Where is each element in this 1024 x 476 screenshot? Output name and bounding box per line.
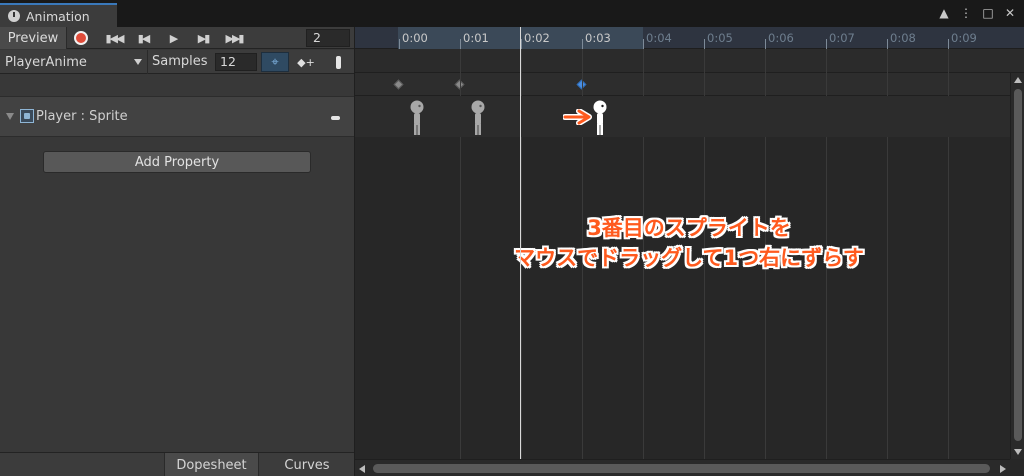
- tab-curves[interactable]: Curves: [260, 453, 354, 476]
- playback-toolbar: Preview ▮◀◀ ▮◀ ▶ ▶▮ ▶▶▮ 2: [0, 27, 354, 49]
- annotation-line-2: マウスでドラッグして1つ右にずらす: [514, 246, 864, 270]
- tick-mark: [460, 39, 461, 49]
- tick-mark: [399, 39, 400, 49]
- sprite-keyframe[interactable]: [592, 100, 608, 136]
- playhead[interactable]: [520, 27, 521, 459]
- events-row[interactable]: [355, 49, 1024, 73]
- record-button[interactable]: [71, 29, 91, 47]
- tick-label: 0:04: [646, 31, 672, 45]
- preview-button[interactable]: Preview: [0, 27, 67, 49]
- play-icon[interactable]: ▶: [160, 29, 186, 47]
- add-property-button[interactable]: Add Property: [43, 151, 311, 173]
- remove-property-icon[interactable]: [331, 116, 340, 120]
- chevron-down-icon: [134, 59, 142, 65]
- close-icon[interactable]: ✕: [1004, 6, 1016, 20]
- add-keyframe-icon[interactable]: ◆+: [292, 52, 320, 72]
- tick-label: 0:03: [585, 31, 611, 45]
- tick-mark: [704, 39, 705, 49]
- scroll-down-icon[interactable]: [1014, 449, 1022, 455]
- tab-title: Animation: [26, 8, 90, 24]
- sprite-keyframe[interactable]: [470, 100, 486, 136]
- more-icon[interactable]: ⋮: [960, 6, 972, 20]
- horizontal-scroll-thumb[interactable]: [373, 464, 990, 473]
- sprite-renderer-icon: [20, 109, 34, 123]
- keyframe-diamond[interactable]: [393, 79, 404, 90]
- tick-mark: [765, 39, 766, 49]
- annotation-text: 3番目のスプライトを マウスでドラッグして1つ右にずらす: [439, 213, 939, 273]
- property-row[interactable]: Player : Sprite: [0, 96, 354, 137]
- fold-arrow-icon[interactable]: [6, 113, 14, 120]
- hierarchy-panel: Preview ▮◀◀ ▮◀ ▶ ▶▮ ▶▶▮ 2 PlayerAnime Sa…: [0, 27, 354, 476]
- summary-row[interactable]: [355, 73, 1024, 96]
- tick-mark: [887, 39, 888, 49]
- annotation-line-1: 3番目のスプライトを: [587, 216, 791, 240]
- arrow-right-icon: [563, 109, 592, 125]
- tick-label: 0:06: [768, 31, 794, 45]
- scroll-left-icon[interactable]: [359, 465, 365, 473]
- window-controls: ▲ ⋮ □ ✕: [938, 6, 1016, 20]
- tick-label: 0:08: [890, 31, 916, 45]
- tick-label: 0:00: [402, 31, 428, 45]
- property-label: Player : Sprite: [36, 109, 128, 124]
- prev-keyframe-icon[interactable]: ▮◀: [130, 29, 156, 47]
- next-keyframe-icon[interactable]: ▶▮: [190, 29, 216, 47]
- tick-label: 0:07: [829, 31, 855, 45]
- samples-label: Samples: [152, 54, 208, 69]
- property-track-row[interactable]: [355, 96, 1010, 137]
- lock-icon[interactable]: ▲: [938, 6, 950, 20]
- tick-mark: [826, 39, 827, 49]
- frame-field[interactable]: 2: [306, 29, 350, 47]
- last-keyframe-icon[interactable]: ▶▶▮: [221, 29, 247, 47]
- vertical-scroll-thumb[interactable]: [1014, 89, 1022, 441]
- clock-icon: [8, 10, 20, 22]
- tab-animation[interactable]: Animation: [0, 3, 117, 27]
- samples-field[interactable]: 12: [215, 53, 257, 71]
- vertical-scrollbar[interactable]: [1010, 73, 1024, 459]
- sprite-keyframe[interactable]: [409, 100, 425, 136]
- snap-icon[interactable]: ⌖: [261, 52, 289, 72]
- window-titlebar: Animation ▲ ⋮ □ ✕: [0, 0, 1024, 27]
- tick-label: 0:01: [463, 31, 489, 45]
- add-event-icon[interactable]: [324, 52, 352, 72]
- scroll-right-icon[interactable]: [1000, 465, 1006, 473]
- view-mode-tabs: Dopesheet Curves: [0, 452, 354, 476]
- tick-label: 0:09: [951, 31, 977, 45]
- tick-mark: [948, 39, 949, 49]
- record-icon: [74, 31, 88, 45]
- timeline-panel[interactable]: 0:00 0:01 0:02 0:03 0:04 0:05 0:06 0:07 0:08 0:09…: [355, 27, 1024, 476]
- first-keyframe-icon[interactable]: ▮◀◀: [101, 29, 127, 47]
- maximize-icon[interactable]: □: [982, 6, 994, 20]
- tick-mark: [521, 39, 522, 49]
- scroll-up-icon[interactable]: [1014, 77, 1022, 83]
- time-ruler[interactable]: 0:00 0:01 0:02 0:03 0:04 0:05 0:06 0:07 0:08 0:09: [355, 27, 1024, 49]
- horizontal-scrollbar[interactable]: [355, 459, 1010, 476]
- clip-toolbar: PlayerAnime Samples 12 ⌖ ◆+: [0, 50, 354, 74]
- clip-dropdown[interactable]: PlayerAnime: [0, 50, 148, 74]
- tick-mark: [582, 39, 583, 49]
- tick-mark: [643, 39, 644, 49]
- tick-label: 0:05: [707, 31, 733, 45]
- tab-dopesheet[interactable]: Dopesheet: [164, 453, 259, 476]
- tick-label: 0:02: [524, 31, 550, 45]
- clip-name: PlayerAnime: [5, 54, 87, 70]
